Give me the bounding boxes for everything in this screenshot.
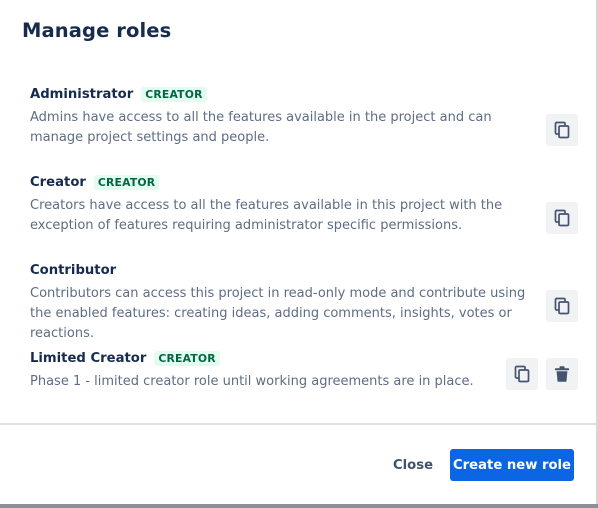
copy-icon	[514, 365, 530, 383]
role-name: Limited Creator	[30, 350, 147, 366]
dialog-title: Manage roles	[22, 19, 172, 42]
role-header: Limited Creator CREATOR	[30, 348, 580, 368]
dialog-bottom-edge	[0, 504, 598, 508]
duplicate-role-button[interactable]	[546, 202, 578, 234]
copy-icon	[554, 209, 570, 227]
role-name: Administrator	[30, 86, 134, 102]
role-item-contributor: Contributor Contributors can access this…	[30, 260, 580, 348]
role-name: Creator	[30, 174, 86, 190]
role-header: Contributor	[30, 260, 580, 280]
copy-icon	[554, 297, 570, 315]
close-button[interactable]: Close	[390, 449, 436, 481]
roles-list: Administrator CREATOR Admins have access…	[30, 84, 580, 436]
duplicate-role-button[interactable]	[506, 358, 538, 390]
create-new-role-button[interactable]: Create new role	[450, 449, 574, 481]
role-description: Admins have access to all the features a…	[30, 110, 492, 145]
role-description: Phase 1 - limited creator role until wor…	[30, 374, 474, 389]
trash-icon	[555, 366, 569, 382]
role-item-creator: Creator CREATOR Creators have access to …	[30, 172, 580, 260]
footer-divider	[0, 423, 596, 425]
duplicate-role-button[interactable]	[546, 290, 578, 322]
role-description: Contributors can access this project in …	[30, 286, 526, 341]
delete-role-button[interactable]	[546, 358, 578, 390]
role-badge: CREATOR	[93, 174, 160, 190]
role-item-administrator: Administrator CREATOR Admins have access…	[30, 84, 580, 172]
role-description: Creators have access to all the features…	[30, 198, 503, 233]
manage-roles-dialog: Manage roles Administrator CREATOR Admin…	[0, 0, 598, 508]
role-badge: CREATOR	[154, 350, 220, 366]
duplicate-role-button[interactable]	[546, 114, 578, 146]
role-header: Administrator CREATOR	[30, 84, 580, 104]
role-badge: CREATOR	[141, 86, 207, 102]
role-header: Creator CREATOR	[30, 172, 580, 192]
role-name: Contributor	[30, 262, 117, 278]
copy-icon	[554, 121, 570, 139]
